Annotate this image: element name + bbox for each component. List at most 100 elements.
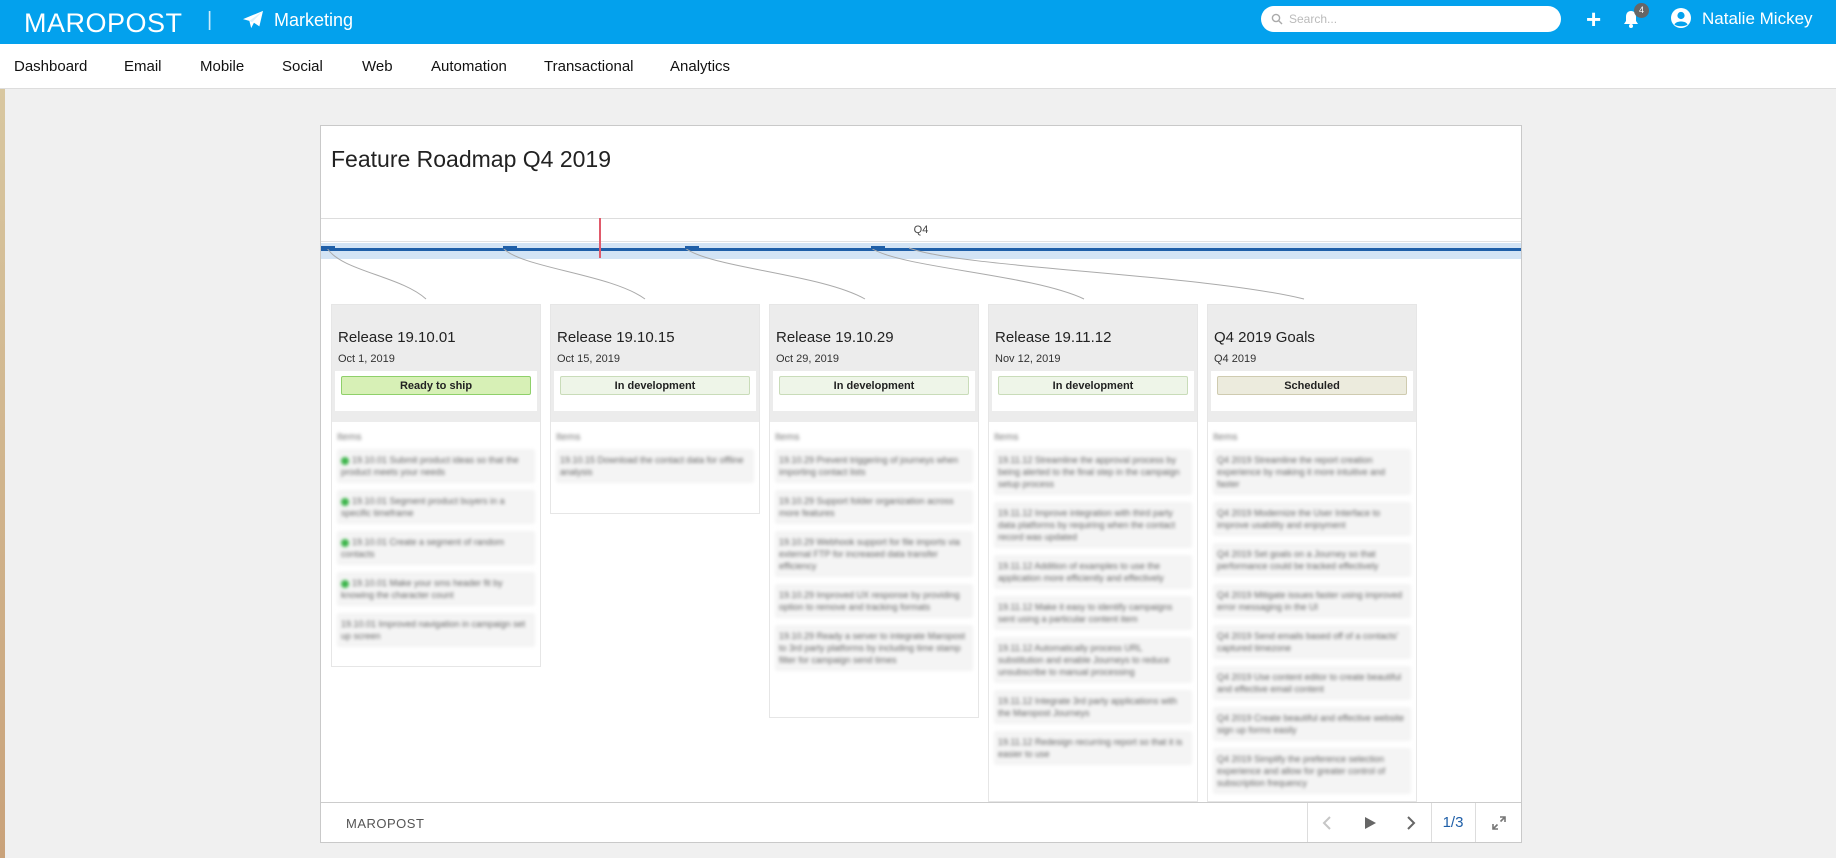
items-label: Items — [1213, 432, 1238, 443]
status-badge: Scheduled — [1217, 376, 1407, 395]
search-input[interactable] — [1261, 6, 1561, 32]
top-bar: MAROPOST | Marketing + 4 Natalie Mickey — [0, 0, 1836, 44]
release-name: Release 19.10.29 — [776, 329, 894, 346]
release-card-body: Items 19.10.15 Download the contact data… — [551, 422, 759, 498]
release-name: Release 19.10.15 — [557, 329, 675, 346]
feature-item[interactable]: Q4 2019 Send emails based off of a conta… — [1213, 625, 1411, 659]
feature-item[interactable]: 19.10.01 Submit product ideas so that th… — [337, 449, 535, 483]
chevron-right-icon[interactable] — [1404, 815, 1418, 831]
connector-4 — [870, 247, 1085, 300]
nav-item-email[interactable]: Email — [124, 58, 162, 75]
release-date: Nov 12, 2019 — [995, 353, 1061, 365]
feature-item[interactable]: 19.11.12 Addition of examples to use the… — [994, 555, 1192, 589]
release-card-body: Items 19.11.12 Streamline the approval p… — [989, 422, 1197, 780]
release-name: Q4 2019 Goals — [1214, 329, 1315, 346]
release-card-header: Q4 2019 Goals Q4 2019 Scheduled — [1208, 305, 1416, 422]
app-name[interactable]: Marketing — [274, 10, 353, 31]
feature-item[interactable]: 19.10.01 Improved navigation in campaign… — [337, 613, 535, 647]
connector-5 — [908, 247, 1305, 300]
feature-item[interactable]: 19.11.12 Make it easy to identify campai… — [994, 596, 1192, 630]
feature-item[interactable]: Q4 2019 Simplify the preference selectio… — [1213, 748, 1411, 794]
feature-item[interactable]: 19.11.12 Redesign recurring report so th… — [994, 731, 1192, 765]
nav-item-transactional[interactable]: Transactional — [544, 58, 634, 75]
footer-brand-logo: MAROPOST — [346, 816, 425, 831]
feature-item[interactable]: Q4 2019 Mitigate issues faster using imp… — [1213, 584, 1411, 618]
search-icon — [1271, 13, 1283, 25]
status-container: In development — [554, 371, 756, 411]
nav-item-mobile[interactable]: Mobile — [200, 58, 244, 75]
roadmap-frame: Feature Roadmap Q4 2019 Q4 Release 19.10… — [320, 125, 1522, 843]
release-card[interactable]: Q4 2019 Goals Q4 2019 Scheduled Items Q4… — [1207, 304, 1417, 802]
connector-1 — [326, 247, 427, 300]
roadmap-title: Feature Roadmap Q4 2019 — [331, 146, 612, 172]
feature-item[interactable]: Q4 2019 Streamline the report creation e… — [1213, 449, 1411, 495]
expand-icon[interactable] — [1491, 815, 1507, 831]
feature-item[interactable]: 19.10.01 Make your sms header fit by kno… — [337, 572, 535, 606]
status-container: Scheduled — [1211, 371, 1413, 411]
feature-item[interactable]: 19.10.29 Ready a server to integrate Mar… — [775, 625, 973, 671]
status-badge: In development — [779, 376, 969, 395]
status-dot-icon — [341, 538, 349, 547]
status-dot-icon — [341, 579, 349, 588]
fullscreen-toggle[interactable] — [1475, 803, 1521, 842]
release-card[interactable]: Release 19.10.01 Oct 1, 2019 Ready to sh… — [331, 304, 541, 667]
feature-item[interactable]: 19.10.29 Improved UX response by providi… — [775, 584, 973, 618]
release-date: Oct 1, 2019 — [338, 353, 395, 365]
feature-item[interactable]: 19.10.29 Support folder organization acr… — [775, 490, 973, 524]
release-card[interactable]: Release 19.11.12 Nov 12, 2019 In develop… — [988, 304, 1198, 802]
status-container: Ready to ship — [335, 371, 537, 411]
plus-icon[interactable]: + — [1586, 4, 1601, 34]
status-dot-icon — [341, 497, 349, 506]
feature-item[interactable]: 19.11.12 Improve integration with third … — [994, 502, 1192, 548]
release-card-header: Release 19.10.29 Oct 29, 2019 In develop… — [770, 305, 978, 422]
release-card-header: Release 19.10.15 Oct 15, 2019 In develop… — [551, 305, 759, 422]
status-dot-icon — [341, 456, 349, 465]
feature-item[interactable]: 19.11.12 Streamline the approval process… — [994, 449, 1192, 495]
release-card-header: Release 19.11.12 Nov 12, 2019 In develop… — [989, 305, 1197, 422]
release-card-body: Items 19.10.01 Submit product ideas so t… — [332, 422, 540, 662]
presentation-footer: MAROPOST 1/3 — [321, 802, 1521, 842]
timeline-quarter-label: Q4 — [913, 224, 929, 236]
feature-item[interactable]: Q4 2019 Set goals on a Journey so that p… — [1213, 543, 1411, 577]
window-edge — [0, 89, 5, 858]
nav-item-social[interactable]: Social — [282, 58, 323, 75]
user-name[interactable]: Natalie Mickey — [1702, 9, 1813, 29]
nav-item-dashboard[interactable]: Dashboard — [14, 58, 87, 75]
status-badge: In development — [560, 376, 750, 395]
feature-item[interactable]: 19.10.29 Prevent triggering of journeys … — [775, 449, 973, 483]
items-label: Items — [337, 432, 362, 443]
feature-item[interactable]: 19.10.01 Segment product buyers in a spe… — [337, 490, 535, 524]
nav-item-analytics[interactable]: Analytics — [670, 58, 730, 75]
feature-item[interactable]: 19.10.15 Download the contact data for o… — [556, 449, 754, 483]
brand-logo[interactable]: MAROPOST — [24, 8, 183, 39]
feature-item[interactable]: 19.10.29 Webhook support for file import… — [775, 531, 973, 577]
notification-badge: 4 — [1634, 3, 1649, 18]
connector-2 — [502, 247, 646, 300]
playback-controls — [1307, 803, 1431, 842]
feature-item[interactable]: Q4 2019 Modernize the User Interface to … — [1213, 502, 1411, 536]
release-card[interactable]: Release 19.10.29 Oct 29, 2019 In develop… — [769, 304, 979, 718]
timeline-header: Q4 — [321, 218, 1521, 242]
chevron-left-icon[interactable] — [1320, 815, 1334, 831]
nav-item-web[interactable]: Web — [362, 58, 393, 75]
release-date: Q4 2019 — [1214, 353, 1257, 365]
release-date: Oct 15, 2019 — [557, 353, 620, 365]
milestone-connectors — [321, 246, 1305, 300]
milestone-tick — [321, 246, 335, 249]
feature-item[interactable]: 19.11.12 Automatically process URL subst… — [994, 637, 1192, 683]
items-label: Items — [994, 432, 1019, 443]
connector-3 — [684, 247, 866, 300]
milestone-tick — [871, 246, 885, 249]
feature-item[interactable]: 19.11.12 Integrate 3rd party application… — [994, 690, 1192, 724]
status-container: In development — [992, 371, 1194, 411]
milestone-tick — [503, 246, 517, 249]
feature-item[interactable]: 19.10.01 Create a segment of random cont… — [337, 531, 535, 565]
items-label: Items — [775, 432, 800, 443]
nav-item-automation[interactable]: Automation — [431, 58, 507, 75]
play-icon[interactable] — [1362, 815, 1378, 831]
user-avatar-icon[interactable] — [1670, 7, 1692, 29]
status-badge: Ready to ship — [341, 376, 531, 395]
feature-item[interactable]: Q4 2019 Create beautiful and effective w… — [1213, 707, 1411, 741]
release-card[interactable]: Release 19.10.15 Oct 15, 2019 In develop… — [550, 304, 760, 514]
feature-item[interactable]: Q4 2019 Use content editor to create bea… — [1213, 666, 1411, 700]
